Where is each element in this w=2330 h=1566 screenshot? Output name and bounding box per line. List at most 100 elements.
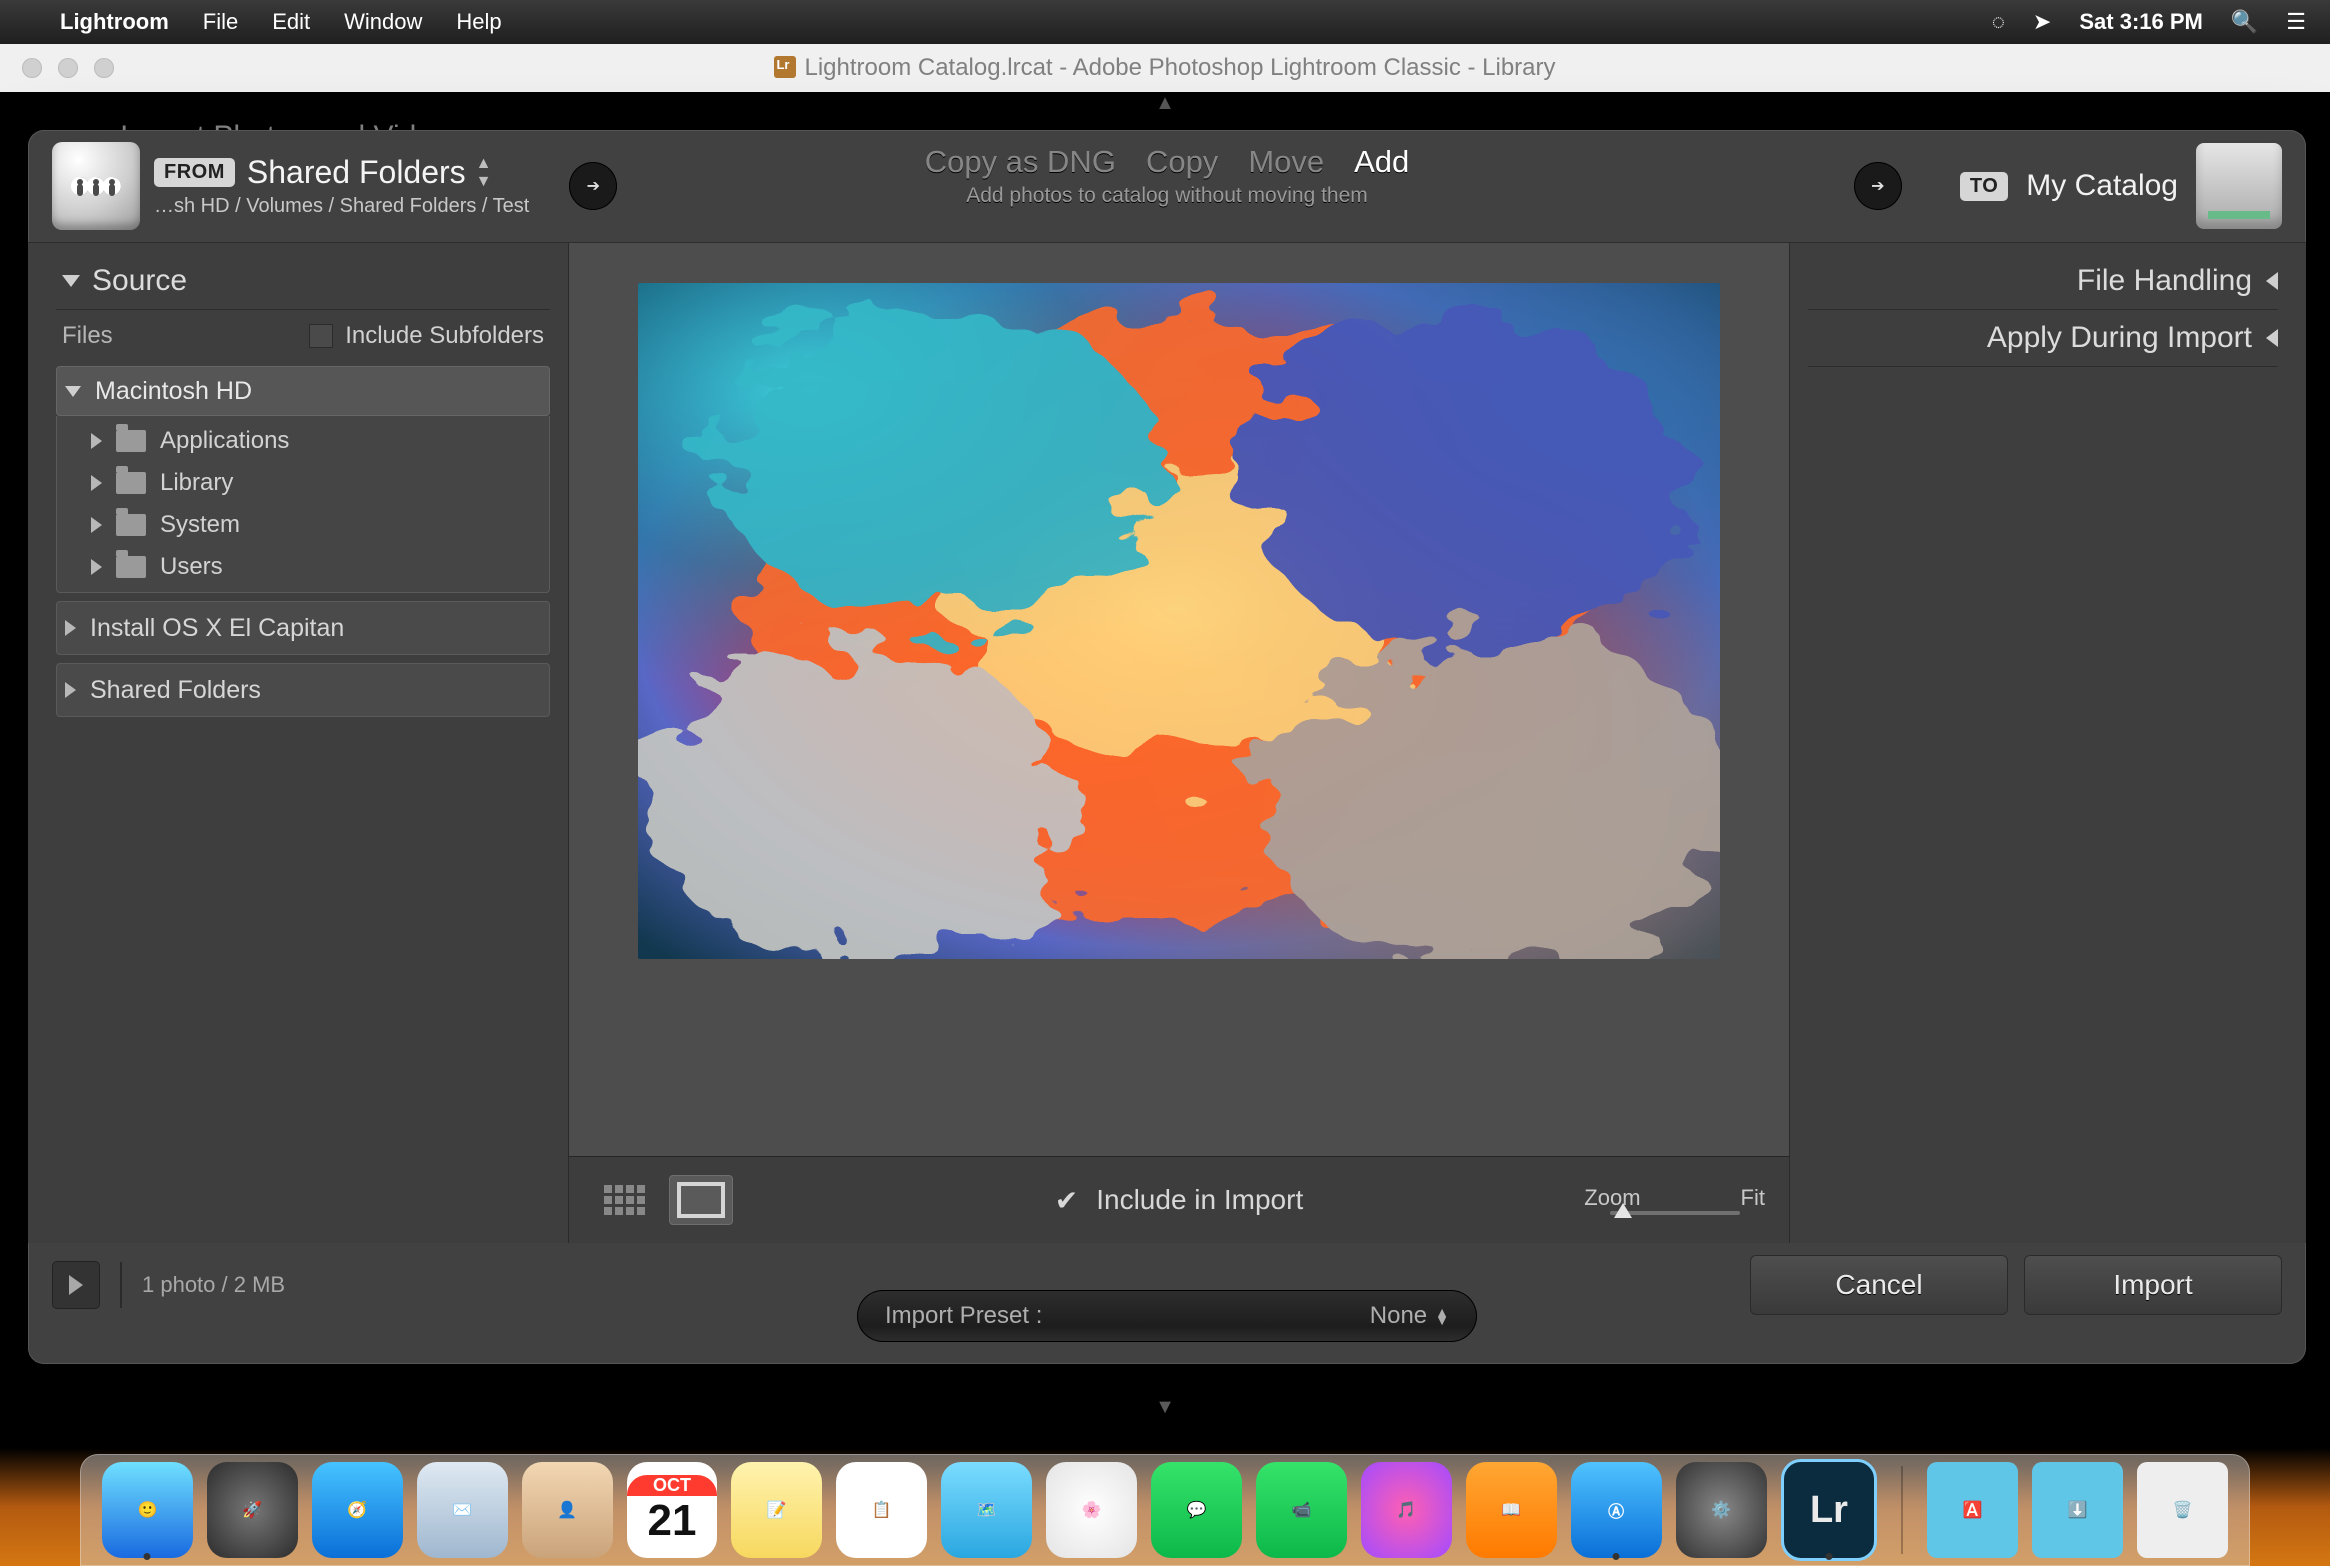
window-zoom-button[interactable] (94, 58, 114, 78)
bottom-panel-collapse-icon[interactable]: ▼ (1155, 1396, 1175, 1419)
folder-icon (116, 472, 146, 494)
updown-icon: ▲▼ (476, 155, 492, 191)
tree-node-library[interactable]: Library (57, 462, 549, 504)
destination-name[interactable]: My Catalog (2026, 169, 2178, 203)
dock-facetime-icon[interactable]: 📹 (1256, 1462, 1347, 1558)
checkbox-icon (309, 324, 333, 348)
chevron-right-icon (69, 1275, 83, 1295)
window-close-button[interactable] (22, 58, 42, 78)
loupe-view-button[interactable] (669, 1175, 733, 1225)
dock-trash-icon[interactable]: 🗑️ (2137, 1462, 2228, 1558)
import-button[interactable]: Import (2024, 1255, 2282, 1315)
menubar-item-file[interactable]: File (203, 9, 238, 35)
dock-launchpad-icon[interactable]: 🚀 (207, 1462, 298, 1558)
source-panel-title: Source (92, 264, 187, 298)
preset-label: Import Preset : (885, 1302, 1042, 1330)
top-panel-collapse-icon[interactable]: ▲ (1155, 92, 1175, 115)
import-count: 1 photo / 2 MB (142, 1272, 285, 1298)
file-handling-header[interactable]: File Handling (1808, 253, 2278, 310)
dock-appstore-icon[interactable]: Ⓐ (1571, 1462, 1662, 1558)
chevron-right-icon (91, 517, 102, 533)
tree-node-applications[interactable]: Applications (57, 420, 549, 462)
preset-value: None (1370, 1302, 1427, 1330)
action-add[interactable]: Add (1354, 144, 1409, 180)
window-titlebar: Lightroom Catalog.lrcat - Adobe Photosho… (0, 44, 2330, 92)
folder-icon (116, 514, 146, 536)
tree-node-shared-folders[interactable]: Shared Folders (56, 663, 550, 717)
zoom-label: Zoom (1584, 1185, 1640, 1211)
apply-during-import-header[interactable]: Apply During Import (1808, 310, 2278, 367)
creative-cloud-icon[interactable]: ◌ (1992, 9, 2005, 35)
import-preset-selector[interactable]: Import Preset : None ▲▼ (857, 1290, 1477, 1342)
dock-mail-icon[interactable]: ✉️ (417, 1462, 508, 1558)
include-in-import-toggle[interactable]: ✔Include in Import (1055, 1184, 1303, 1217)
photo-thumbnail[interactable] (638, 283, 1720, 959)
action-subtitle: Add photos to catalog without moving the… (925, 184, 1410, 208)
zoom-slider[interactable] (1610, 1211, 1740, 1215)
import-action-selector: Copy as DNG Copy Move Add Add photos to … (925, 144, 1410, 208)
action-copy[interactable]: Copy (1146, 144, 1218, 180)
macos-dock: 🙂 🚀 🧭 ✉️ 👤 OCT21 📝 📋 🗺️ 🌸 💬 📹 🎵 📖 Ⓐ ⚙️ L… (80, 1454, 2250, 1566)
include-subfolders-toggle[interactable]: Include Subfolders (309, 322, 544, 350)
source-selector[interactable]: Shared Folders ▲▼ (247, 154, 492, 191)
dock-reminders-icon[interactable]: 📋 (836, 1462, 927, 1558)
files-label: Files (62, 322, 113, 350)
dest-arrow-next-icon[interactable]: ➔ (1854, 162, 1902, 210)
preview-panel: ✔Include in Import Zoom Fit (568, 242, 1790, 1243)
chevron-right-icon (91, 559, 102, 575)
dock-messages-icon[interactable]: 💬 (1151, 1462, 1242, 1558)
dock-safari-icon[interactable]: 🧭 (312, 1462, 403, 1558)
minimize-import-button[interactable] (52, 1261, 100, 1309)
tree-node-system[interactable]: System (57, 504, 549, 546)
slider-knob-icon (1614, 1203, 1632, 1218)
dock-applications-folder-icon[interactable]: 🅰️ (1927, 1462, 2018, 1558)
destination-drive-icon[interactable] (2196, 143, 2282, 229)
chevron-right-icon (91, 475, 102, 491)
menubar-item-help[interactable]: Help (456, 9, 501, 35)
dock-maps-icon[interactable]: 🗺️ (941, 1462, 1032, 1558)
chevron-left-icon (2266, 329, 2278, 347)
chevron-left-icon (2266, 272, 2278, 290)
tree-node-install-osx[interactable]: Install OS X El Capitan (56, 601, 550, 655)
from-pill: FROM (154, 158, 235, 187)
check-icon: ✔ (1055, 1184, 1078, 1217)
dock-finder-icon[interactable]: 🙂 (102, 1462, 193, 1558)
chevron-down-icon (62, 275, 80, 287)
import-header: FROM Shared Folders ▲▼ …sh HD / Volumes … (28, 130, 2306, 242)
spotlight-icon[interactable]: 🔍 (2231, 9, 2258, 35)
dock-itunes-icon[interactable]: 🎵 (1361, 1462, 1452, 1558)
cursor-icon[interactable]: ➤ (2033, 9, 2051, 35)
window-minimize-button[interactable] (58, 58, 78, 78)
dock-calendar-icon[interactable]: OCT21 (627, 1462, 718, 1558)
dock-lightroom-icon[interactable]: Lr (1781, 1459, 1878, 1561)
menubar-app[interactable]: Lightroom (60, 9, 169, 35)
macos-menubar: Lightroom File Edit Window Help ◌ ➤ Sat … (0, 0, 2330, 44)
chevron-down-icon (65, 386, 81, 397)
cancel-button[interactable]: Cancel (1750, 1255, 2008, 1315)
tree-node-users[interactable]: Users (57, 546, 549, 588)
dock-preferences-icon[interactable]: ⚙️ (1676, 1462, 1767, 1558)
source-panel-header[interactable]: Source (56, 253, 550, 310)
preview-toolbar: ✔Include in Import Zoom Fit (569, 1156, 1789, 1243)
lightroom-doc-icon (774, 56, 796, 78)
dock-ibooks-icon[interactable]: 📖 (1466, 1462, 1557, 1558)
source-arrow-next-icon[interactable]: ➔ (569, 162, 617, 210)
menubar-item-window[interactable]: Window (344, 9, 422, 35)
dock-notes-icon[interactable]: 📝 (731, 1462, 822, 1558)
dock-photos-icon[interactable]: 🌸 (1046, 1462, 1137, 1558)
action-move[interactable]: Move (1248, 144, 1324, 180)
notifications-icon[interactable]: ☰ (2286, 9, 2306, 35)
menubar-clock[interactable]: Sat 3:16 PM (2079, 9, 2203, 35)
chevron-right-icon (91, 433, 102, 449)
updown-icon: ▲▼ (1435, 1308, 1449, 1324)
folder-icon (116, 430, 146, 452)
action-copy-dng[interactable]: Copy as DNG (925, 144, 1116, 180)
menubar-item-edit[interactable]: Edit (272, 9, 310, 35)
dock-downloads-folder-icon[interactable]: ⬇️ (2032, 1462, 2123, 1558)
dock-contacts-icon[interactable]: 👤 (522, 1462, 613, 1558)
dock-separator (1901, 1466, 1903, 1554)
source-device-icon[interactable] (52, 142, 140, 230)
tree-node-macintosh-hd[interactable]: Macintosh HD (56, 366, 550, 416)
chevron-right-icon (65, 620, 76, 636)
grid-view-button[interactable] (593, 1176, 655, 1224)
